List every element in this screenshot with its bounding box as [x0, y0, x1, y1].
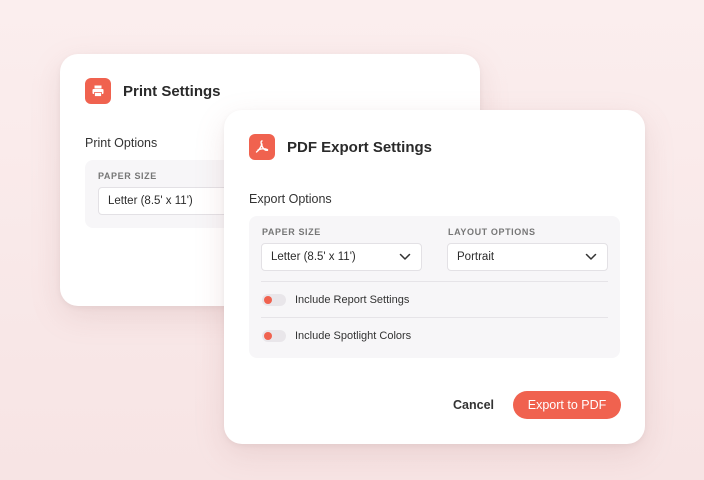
include-spotlight-colors-label: Include Spotlight Colors	[295, 330, 412, 342]
layout-options-select[interactable]: Portrait	[447, 243, 608, 271]
include-spotlight-colors-toggle[interactable]	[262, 330, 286, 342]
cancel-button[interactable]: Cancel	[453, 398, 494, 412]
paper-size-value: Letter (8.5' x 11')	[271, 251, 356, 263]
toggle-knob	[264, 332, 272, 340]
include-report-settings-toggle[interactable]	[262, 294, 286, 306]
paper-size-label: PAPER SIZE	[262, 227, 321, 237]
paper-size-select[interactable]: Letter (8.5' x 11')	[261, 243, 422, 271]
layout-options-value: Portrait	[457, 251, 495, 263]
pdf-dialog-title: PDF Export Settings	[287, 139, 433, 156]
divider	[261, 281, 608, 282]
export-options-heading: Export Options	[249, 192, 332, 206]
pdf-icon	[249, 134, 275, 160]
export-options-panel: PAPER SIZE Letter (8.5' x 11') LAYOUT OP…	[249, 216, 620, 358]
chevron-down-icon	[585, 253, 597, 260]
paper-size-label: PAPER SIZE	[98, 171, 157, 181]
include-report-settings-label: Include Report Settings	[295, 294, 410, 306]
toggle-knob	[264, 296, 272, 304]
print-paper-size-value: Letter (8.5' x 11')	[108, 195, 193, 207]
print-dialog-title: Print Settings	[123, 83, 221, 100]
printer-icon	[85, 78, 111, 104]
export-to-pdf-button[interactable]: Export to PDF	[513, 391, 621, 419]
chevron-down-icon	[399, 253, 411, 260]
print-options-heading: Print Options	[85, 136, 158, 150]
pdf-export-dialog: PDF Export Settings Export Options PAPER…	[224, 110, 645, 444]
divider	[261, 317, 608, 318]
layout-options-label: LAYOUT OPTIONS	[448, 227, 536, 237]
